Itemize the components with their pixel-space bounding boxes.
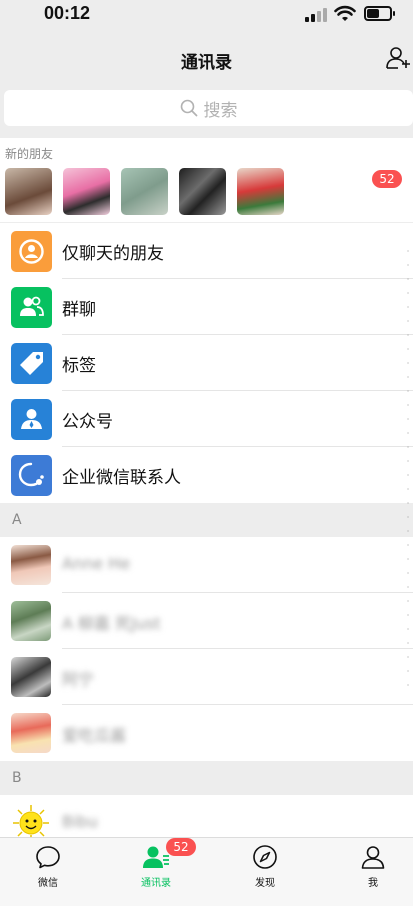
cellular-signal-icon — [305, 8, 327, 22]
tab-label: 发现 — [255, 878, 275, 889]
chat-bubble-icon — [36, 846, 60, 869]
battery-level — [367, 9, 380, 18]
contact-list-b: Bibu — [0, 795, 413, 837]
section-header-a: A — [0, 503, 413, 537]
tab-label: 我 — [368, 878, 378, 889]
contact-name: 爱吃瓜酱 — [62, 726, 127, 745]
new-friend-avatar — [237, 168, 284, 215]
contact-row[interactable]: A 柳嘉 死Just — [0, 593, 413, 649]
sun-smiley-icon — [13, 805, 49, 837]
tab-label: 通讯录 — [141, 878, 171, 889]
wecom-contacts-icon — [11, 455, 52, 496]
contact-list-a: Anne He A 柳嘉 死Just 阿宁 爱吃瓜酱 — [0, 537, 413, 761]
section-letter: B — [12, 770, 22, 786]
func-wecom-contacts[interactable]: 企业微信联系人 — [0, 447, 413, 503]
contact-row[interactable]: Bibu — [0, 795, 413, 837]
tab-bar: 微信 通讯录 52 发现 我 — [0, 837, 413, 906]
search-placeholder: 搜索 — [203, 100, 238, 121]
wifi-icon — [334, 5, 356, 21]
new-friends-label: 新的朋友 — [5, 147, 54, 161]
new-friends-badge: 52 — [372, 170, 402, 188]
contacts-tab-badge: 52 — [166, 838, 196, 856]
tab-me[interactable]: 我 — [333, 844, 413, 894]
func-label: 仅聊天的朋友 — [62, 244, 164, 264]
status-time: 00:12 — [44, 3, 91, 23]
tab-chats[interactable]: 微信 — [8, 844, 88, 894]
tag-icon — [11, 343, 52, 384]
new-friend-avatar — [121, 168, 168, 215]
section-letter: A — [12, 512, 22, 528]
status-bar: 00:12 — [0, 0, 413, 30]
func-label: 企业微信联系人 — [62, 468, 181, 488]
new-friends-panel[interactable]: 新的朋友 52 — [0, 138, 413, 222]
avatar — [11, 545, 51, 585]
tab-discover[interactable]: 发现 — [225, 844, 305, 894]
tab-label: 微信 — [38, 878, 58, 889]
contact-row[interactable]: 爱吃瓜酱 — [0, 705, 413, 761]
new-friend-avatar — [179, 168, 226, 215]
nav-bar: 通讯录 — [0, 30, 413, 86]
func-tags[interactable]: 标签 — [0, 335, 413, 391]
search-icon — [180, 99, 197, 117]
function-list: 仅聊天的朋友 群聊 标签 公众号 企业微信联系人 — [0, 223, 413, 503]
alphabet-index[interactable]: · · · · · · · · · · · · · · · · · · · · · · · · · · · · · · · · — [404, 245, 412, 693]
func-official-accounts[interactable]: 公众号 — [0, 391, 413, 447]
add-contact-icon[interactable] — [386, 46, 412, 70]
compass-icon — [253, 845, 277, 869]
func-group-chat[interactable]: 群聊 — [0, 279, 413, 335]
contact-row[interactable]: 阿宁 — [0, 649, 413, 705]
profile-icon — [361, 846, 385, 869]
avatar — [11, 713, 51, 753]
avatar — [11, 601, 51, 641]
search-bar[interactable]: 搜索 — [4, 90, 413, 126]
contact-name: Anne He — [62, 554, 131, 573]
page-title: 通讯录 — [181, 53, 232, 73]
battery-icon — [364, 6, 395, 21]
contact-name: A 柳嘉 死Just — [62, 614, 161, 633]
official-account-icon — [11, 399, 52, 440]
contact-name: 阿宁 — [62, 670, 95, 689]
group-chat-icon — [11, 287, 52, 328]
func-label: 标签 — [62, 356, 96, 376]
chat-only-friends-icon — [11, 231, 52, 272]
contact-name: Bibu — [62, 812, 98, 831]
func-chat-only-friends[interactable]: 仅聊天的朋友 — [0, 223, 413, 279]
new-friend-avatar — [5, 168, 52, 215]
avatar — [11, 657, 51, 697]
contact-row[interactable]: Anne He — [0, 537, 413, 593]
func-label: 公众号 — [62, 412, 113, 432]
section-header-b: B — [0, 761, 413, 795]
new-friend-avatar — [63, 168, 110, 215]
avatar — [11, 803, 51, 837]
func-label: 群聊 — [62, 300, 96, 320]
